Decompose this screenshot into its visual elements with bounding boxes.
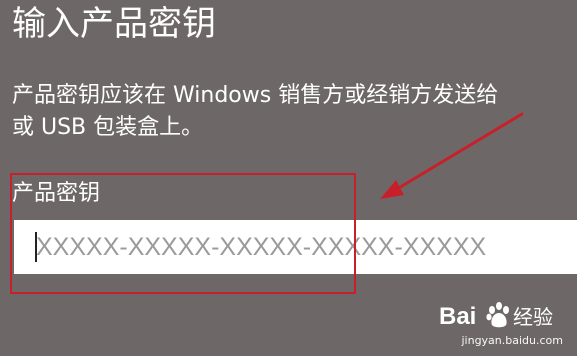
description-text: 产品密钥应该在 Windows 销售方或经销方发送给 或 USB 包装盒上。 [12, 80, 577, 144]
page-title: 输入产品密钥 [12, 4, 216, 44]
product-key-placeholder: XXXXX-XXXXX-XXXXX-XXXXX-XXXXX [36, 233, 487, 261]
baidu-logo-icon: Bai 经验 [439, 302, 553, 330]
svg-text:经验: 经验 [513, 305, 553, 329]
text-caret [35, 232, 37, 262]
svg-text:Bai: Bai [439, 303, 476, 330]
description-line-1: 产品密钥应该在 Windows 销售方或经销方发送给 [12, 83, 499, 108]
annotation-arrow [380, 112, 524, 199]
product-key-label: 产品密钥 [12, 181, 101, 206]
product-key-input[interactable]: XXXXX-XXXXX-XXXXX-XXXXX-XXXXX [14, 220, 577, 274]
description-line-2: 或 USB 包装盒上。 [12, 115, 204, 140]
baidu-jingyan-watermark: Bai 经验 jingyan.baidu.com [439, 296, 569, 352]
watermark-url: jingyan.baidu.com [461, 334, 563, 347]
